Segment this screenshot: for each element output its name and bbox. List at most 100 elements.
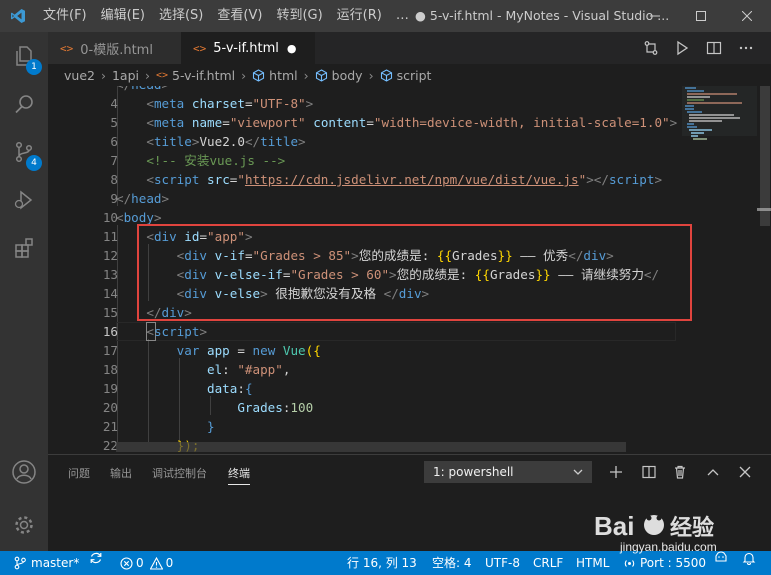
- line-number: 20: [102, 400, 118, 415]
- code-line: 9 </head>: [48, 189, 678, 208]
- run-play-icon[interactable]: [666, 32, 698, 64]
- vertical-scrollbar[interactable]: [757, 86, 771, 454]
- html-file-icon: <>: [156, 69, 169, 81]
- line-number: 9: [110, 191, 118, 206]
- settings-gear-icon[interactable]: [0, 501, 48, 549]
- menu-view[interactable]: 查看(V): [210, 0, 269, 32]
- unsaved-dot-icon[interactable]: ●: [287, 42, 297, 55]
- breadcrumb-item[interactable]: body: [332, 68, 363, 83]
- open-changes-icon[interactable]: [635, 32, 667, 64]
- line-number: 21: [102, 419, 118, 434]
- error-count: 0: [136, 556, 144, 570]
- extensions-icon[interactable]: [0, 224, 48, 272]
- symbol-element-icon: [315, 68, 328, 82]
- html-file-icon: <>: [193, 41, 207, 55]
- line-number: 6: [110, 134, 118, 149]
- more-actions-icon[interactable]: [730, 32, 762, 64]
- code-line: 21 }: [48, 417, 678, 436]
- chevron-right-icon: ›: [368, 67, 374, 83]
- kill-terminal-trash-icon[interactable]: [667, 459, 693, 485]
- broadcast-icon: [624, 559, 635, 567]
- close-panel-icon[interactable]: [732, 459, 758, 485]
- line-number: 12: [102, 248, 118, 263]
- tab-debug-console[interactable]: 调试控制台: [152, 465, 207, 481]
- code-line: 5 <meta name="viewport" content="width=d…: [48, 113, 678, 132]
- explorer-icon[interactable]: 1: [0, 32, 48, 80]
- breadcrumb-item[interactable]: 1api: [112, 68, 139, 83]
- branch-name: master*: [31, 556, 80, 570]
- minimap[interactable]: [682, 86, 757, 454]
- horizontal-scrollbar[interactable]: [116, 442, 626, 452]
- annotation-highlight-box: [137, 224, 692, 321]
- symbol-element-icon: [252, 68, 265, 82]
- source-control-icon[interactable]: 4: [0, 128, 48, 176]
- new-terminal-icon[interactable]: [603, 459, 629, 485]
- line-number: 11: [102, 229, 118, 244]
- indentation[interactable]: 空格: 4: [432, 551, 472, 575]
- chevron-right-icon: ›: [241, 67, 247, 83]
- maximize-button[interactable]: [678, 0, 724, 32]
- breadcrumb-item[interactable]: html: [269, 68, 297, 83]
- line-number: 19: [102, 381, 118, 396]
- watermark-url: jingyan.baidu.com: [620, 540, 717, 554]
- breadcrumb-item[interactable]: script: [397, 68, 432, 83]
- sync-icon[interactable]: [89, 551, 103, 565]
- chevron-down-icon: [573, 469, 583, 475]
- split-terminal-icon[interactable]: [636, 459, 662, 485]
- title-bar: 文件(F) 编辑(E) 选择(S) 查看(V) 转到(G) 运行(R) … ● …: [0, 0, 771, 32]
- line-number: 17: [102, 343, 118, 358]
- menu-selection[interactable]: 选择(S): [152, 0, 210, 32]
- tab-5-v-if-html[interactable]: <> 5-v-if.html ●: [181, 32, 315, 64]
- code-line: 8 <script src="https://cdn.jsdelivr.net/…: [48, 170, 678, 189]
- breadcrumb-item[interactable]: vue2: [64, 68, 95, 83]
- activity-bar: 1 4: [0, 32, 48, 551]
- active-tab-indicator: [228, 484, 250, 485]
- terminal-select[interactable]: 1: powershell: [424, 461, 592, 483]
- cursor-position[interactable]: 行 16, 列 13: [347, 551, 417, 575]
- tab-0-template-html[interactable]: <> 0-模版.html: [48, 32, 181, 64]
- git-branch-icon: [14, 556, 26, 570]
- maximize-panel-icon[interactable]: [700, 459, 726, 485]
- minimize-button[interactable]: [632, 0, 678, 32]
- menu-more[interactable]: …: [389, 0, 416, 32]
- line-number: 15: [102, 305, 118, 320]
- terminal-select-value: 1: powershell: [433, 465, 514, 479]
- file-encoding[interactable]: UTF-8: [485, 551, 520, 575]
- menu-edit[interactable]: 编辑(E): [94, 0, 152, 32]
- warning-count: 0: [165, 556, 174, 570]
- close-window-button[interactable]: [724, 0, 770, 32]
- line-number: 8: [110, 172, 118, 187]
- tab-output[interactable]: 输出: [110, 465, 132, 481]
- svg-text:Bai: Bai: [594, 511, 634, 541]
- split-editor-icon[interactable]: [698, 32, 730, 64]
- account-icon[interactable]: [0, 448, 48, 496]
- editor-tab-bar: <> 0-模版.html <> 5-v-if.html ●: [48, 32, 771, 64]
- chevron-right-icon: ›: [145, 67, 150, 83]
- line-number: 4: [110, 96, 118, 111]
- code-line: 7 <!-- 安装vue.js -->: [48, 151, 678, 170]
- html-file-icon: <>: [60, 41, 74, 55]
- tab-problems[interactable]: 问题: [68, 465, 90, 481]
- line-number: 14: [102, 286, 118, 301]
- menu-go[interactable]: 转到(G): [269, 0, 329, 32]
- chevron-right-icon: ›: [303, 67, 309, 83]
- tab-terminal[interactable]: 终端: [228, 465, 250, 481]
- run-debug-icon[interactable]: [0, 176, 48, 224]
- code-line: 6 <title>Vue2.0</title>: [48, 132, 678, 151]
- symbol-element-icon: [380, 68, 393, 82]
- line-number: 7: [110, 153, 118, 168]
- end-of-line[interactable]: CRLF: [533, 551, 563, 575]
- chevron-right-icon: ›: [100, 67, 106, 83]
- menu-file[interactable]: 文件(F): [36, 0, 94, 32]
- git-branch[interactable]: master*: [14, 551, 79, 575]
- breadcrumb-item[interactable]: 5-v-if.html: [172, 68, 235, 83]
- problems-indicator[interactable]: 0 0: [120, 551, 173, 575]
- baidu-jingyan-watermark: Bai 经验 jingyan.baidu.com: [592, 505, 762, 555]
- svg-text:经验: 经验: [670, 515, 714, 541]
- vscode-logo-icon: [0, 0, 36, 32]
- code-editor[interactable]: </head> 4 <meta charset="UTF-8"> 5 <meta…: [48, 86, 771, 454]
- search-icon[interactable]: [0, 80, 48, 128]
- menu-run[interactable]: 运行(R): [330, 0, 389, 32]
- source-control-badge: 4: [26, 155, 42, 171]
- line-number: 18: [102, 362, 118, 377]
